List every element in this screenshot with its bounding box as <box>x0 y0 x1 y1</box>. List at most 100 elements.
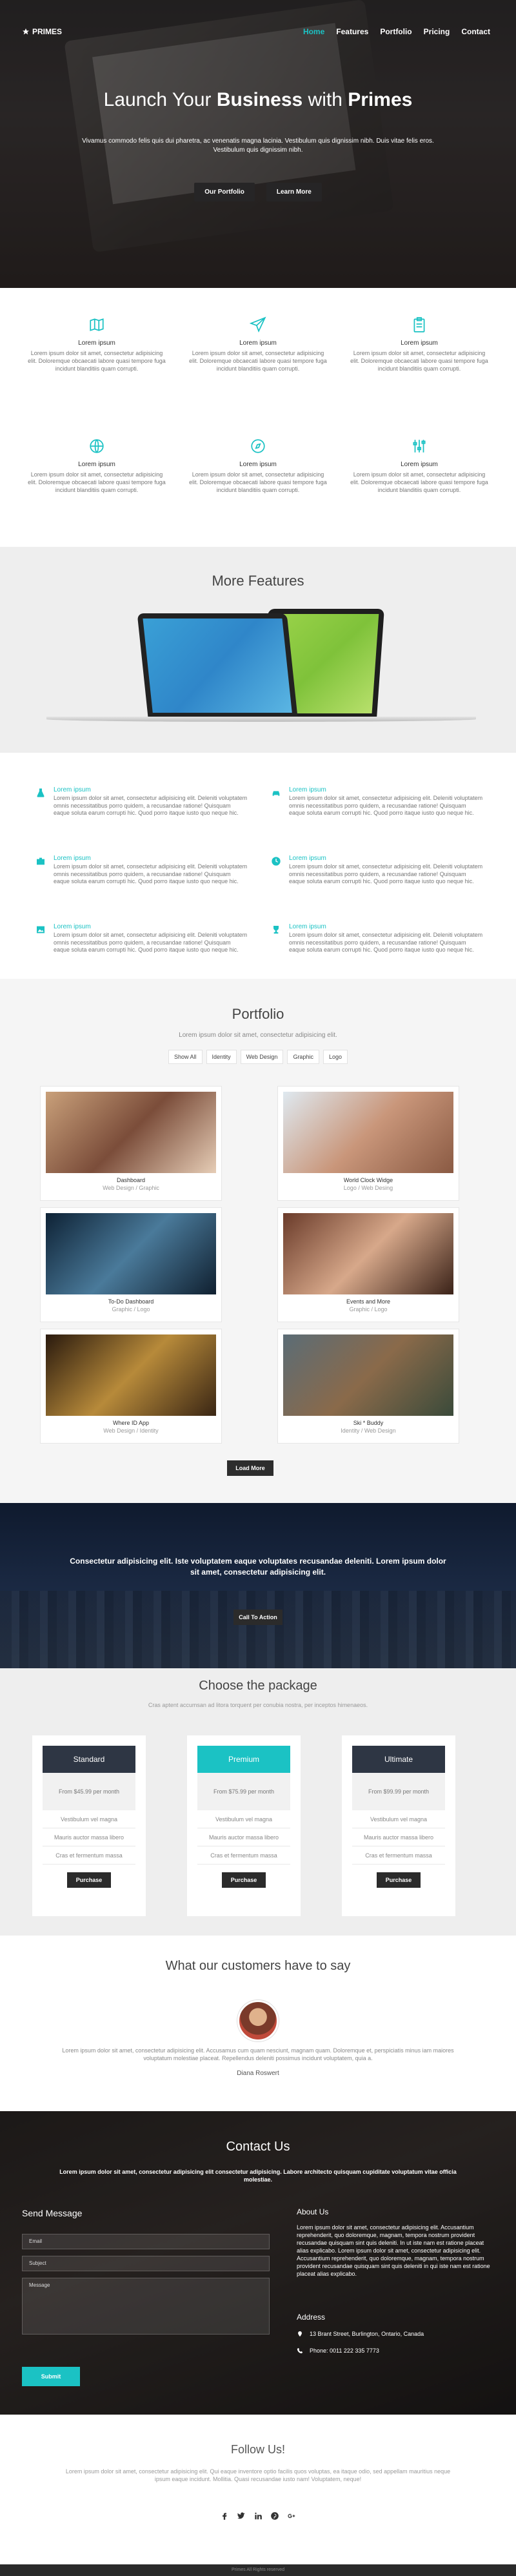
page: PRIMES Home Features Portfolio Pricing C… <box>0 0 516 2576</box>
trophy-icon <box>271 925 281 935</box>
feature-title: Lorem ipsum <box>239 340 277 347</box>
linkedin-icon[interactable] <box>253 2511 263 2520</box>
plan-price: From $99.99 per month <box>352 1773 445 1810</box>
feature-text: Lorem ipsum dolor sit amet, consectetur … <box>189 350 327 372</box>
laptop-blue-image <box>137 613 298 717</box>
avatar <box>237 2000 279 2041</box>
list-item-title: Lorem ipsum <box>289 786 326 793</box>
portfolio-card[interactable]: Dashboard Web Design / Graphic <box>40 1086 222 1201</box>
about-us-text: Lorem ipsum dolor sit amet, consectetur … <box>297 2224 490 2277</box>
feature-text: Lorem ipsum dolor sit amet, consectetur … <box>28 471 166 493</box>
sliders-icon <box>411 438 428 455</box>
portfolio-image <box>283 1334 453 1416</box>
facebook-icon[interactable] <box>220 2511 229 2520</box>
pinterest-icon[interactable] <box>270 2511 279 2520</box>
list-item-title: Lorem ipsum <box>289 855 326 862</box>
pricing-section: Choose the package Cras aptent accumsan … <box>0 1668 516 1936</box>
portfolio-image <box>283 1092 453 1173</box>
portfolio-subtitle: Lorem ipsum dolor sit amet, consectetur … <box>179 1032 337 1039</box>
clock-icon <box>271 856 281 866</box>
email-field[interactable]: Email <box>22 2234 270 2249</box>
contact-section: Contact Us Lorem ipsum dolor sit amet, c… <box>0 2111 516 2415</box>
star-logo-icon <box>23 28 29 35</box>
phone-icon <box>297 2347 303 2354</box>
nav-pricing[interactable]: Pricing <box>424 27 450 36</box>
plan-feature: Vestibulum vel magna <box>43 1810 135 1828</box>
feature-item: Lorem ipsum Lorem ipsum dolor sit amet, … <box>348 316 490 373</box>
portfolio-image <box>283 1213 453 1294</box>
more-features-section: More Features <box>0 547 516 753</box>
clipboard-icon <box>411 316 428 333</box>
load-more-button[interactable]: Load More <box>227 1460 273 1476</box>
plan-feature: Vestibulum vel magna <box>197 1810 290 1828</box>
address-text: 13 Brant Street, Burlington, Ontario, Ca… <box>310 2331 424 2337</box>
portfolio-title: Portfolio <box>232 1006 284 1022</box>
social-links <box>0 2511 516 2520</box>
portfolio-item-category: Logo / Web Desing <box>343 1185 393 1191</box>
learn-more-button[interactable]: Learn More <box>266 183 322 201</box>
feature-title: Lorem ipsum <box>401 461 438 468</box>
about-us-block: About Us Lorem ipsum dolor sit amet, con… <box>297 2208 490 2278</box>
portfolio-card[interactable]: Events and More Graphic / Logo <box>277 1207 459 1322</box>
submit-button[interactable]: Submit <box>22 2367 80 2386</box>
subject-field[interactable]: Subject <box>22 2256 270 2271</box>
list-item: Lorem ipsum Lorem ipsum dolor sit amet, … <box>35 923 248 954</box>
filter-web-design[interactable]: Web Design <box>240 1050 284 1064</box>
car-icon <box>271 788 281 798</box>
portfolio-item-category: Identity / Web Design <box>341 1427 396 1434</box>
nav-portfolio[interactable]: Portfolio <box>380 27 412 36</box>
filter-identity[interactable]: Identity <box>206 1050 237 1064</box>
filter-graphic[interactable]: Graphic <box>287 1050 319 1064</box>
address-title: Address <box>297 2313 326 2322</box>
portfolio-section: Portfolio Lorem ipsum dolor sit amet, co… <box>0 979 516 1503</box>
feature-title: Lorem ipsum <box>239 461 277 468</box>
portfolio-item-title: Ski * Buddy <box>353 1420 384 1426</box>
message-field[interactable]: Message <box>22 2278 270 2335</box>
main-nav: Home Features Portfolio Pricing Contact <box>303 27 490 36</box>
list-item-text: Lorem ipsum dolor sit amet, consectetur … <box>289 795 483 816</box>
feature-item: Lorem ipsum Lorem ipsum dolor sit amet, … <box>187 438 329 494</box>
nav-contact[interactable]: Contact <box>461 27 490 36</box>
plan-feature: Cras et fermentum massa <box>197 1846 290 1865</box>
filter-logo[interactable]: Logo <box>322 1050 348 1064</box>
plan-feature: Mauris auctor massa libero <box>352 1828 445 1846</box>
twitter-icon[interactable] <box>237 2511 246 2520</box>
portfolio-card[interactable]: Where ID App Web Design / Identity <box>40 1329 222 1444</box>
plan-price: From $75.99 per month <box>197 1773 290 1810</box>
portfolio-item-title: Dashboard <box>116 1177 146 1183</box>
list-item: Lorem ipsum Lorem ipsum dolor sit amet, … <box>35 855 248 886</box>
follow-text: Lorem ipsum dolor sit amet, consectetur … <box>65 2468 451 2482</box>
cta-text: Consectetur adipisicing elit. Iste volup… <box>70 1557 446 1577</box>
footer: Primes All Rights reserved <box>0 2564 516 2576</box>
our-portfolio-button[interactable]: Our Portfolio <box>194 183 255 201</box>
feature-text: Lorem ipsum dolor sit amet, consectetur … <box>350 471 488 493</box>
plan-name: Premium <box>197 1746 290 1773</box>
pricing-plan-ultimate: Ultimate From $99.99 per month Vestibulu… <box>342 1735 455 1916</box>
laptop-base <box>46 717 476 722</box>
contact-subtitle: Lorem ipsum dolor sit amet, consectetur … <box>59 2169 457 2183</box>
list-item-text: Lorem ipsum dolor sit amet, consectetur … <box>54 932 248 953</box>
map-marker-icon <box>298 2331 302 2337</box>
pricing-subtitle: Cras aptent accumsan ad litora torquent … <box>148 1702 368 1708</box>
portfolio-image <box>46 1092 216 1173</box>
portfolio-card[interactable]: To-Do Dashboard Graphic / Logo <box>40 1207 222 1322</box>
portfolio-card[interactable]: World Clock Widge Logo / Web Desing <box>277 1086 459 1201</box>
nav-features[interactable]: Features <box>336 27 368 36</box>
list-item-text: Lorem ipsum dolor sit amet, consectetur … <box>54 863 248 884</box>
nav-home[interactable]: Home <box>303 27 324 36</box>
purchase-button[interactable]: Purchase <box>377 1872 421 1888</box>
filter-show-all[interactable]: Show All <box>168 1050 203 1064</box>
call-to-action-button[interactable]: Call To Action <box>233 1610 283 1625</box>
purchase-button[interactable]: Purchase <box>222 1872 266 1888</box>
plan-feature: Cras et fermentum massa <box>43 1846 135 1865</box>
portfolio-card[interactable]: Ski * Buddy Identity / Web Design <box>277 1329 459 1444</box>
list-item-title: Lorem ipsum <box>54 855 91 862</box>
google-plus-icon[interactable] <box>287 2511 296 2520</box>
feature-title: Lorem ipsum <box>401 340 438 347</box>
testimonial-author: Diana Roswert <box>237 2070 279 2077</box>
purchase-button[interactable]: Purchase <box>67 1872 111 1888</box>
list-item: Lorem ipsum Lorem ipsum dolor sit amet, … <box>271 923 484 954</box>
brand-logo[interactable]: PRIMES <box>22 27 62 36</box>
call-to-action-section: Consectetur adipisicing elit. Iste volup… <box>0 1503 516 1668</box>
more-features-title: More Features <box>212 573 304 589</box>
